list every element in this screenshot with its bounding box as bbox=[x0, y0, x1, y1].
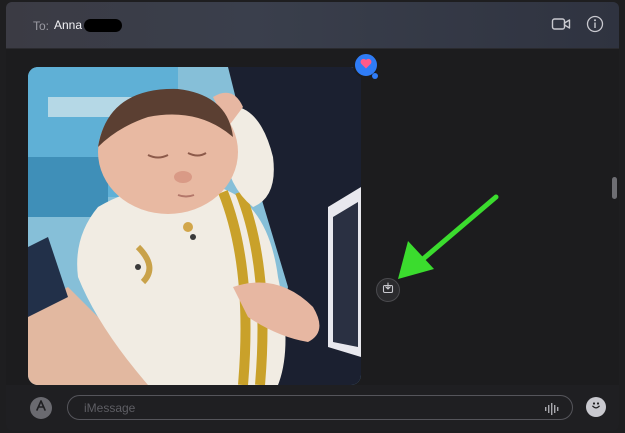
messages-window: To: Anna iMessage bbox=[6, 2, 619, 431]
redaction-bar bbox=[84, 19, 122, 32]
message-composer: iMessage bbox=[6, 385, 619, 431]
save-to-photos-button[interactable] bbox=[376, 278, 400, 302]
input-placeholder: iMessage bbox=[84, 401, 136, 415]
save-to-photos-icon bbox=[382, 281, 394, 299]
audio-waveform-icon[interactable] bbox=[544, 402, 560, 420]
video-call-icon[interactable] bbox=[551, 15, 571, 38]
tapback-tail bbox=[372, 73, 378, 79]
heart-icon bbox=[360, 56, 372, 74]
thread-scrollbar[interactable] bbox=[612, 177, 617, 199]
conversation-header: To: Anna bbox=[6, 2, 619, 49]
info-icon[interactable] bbox=[586, 15, 604, 38]
emoji-icon bbox=[589, 398, 603, 417]
recipient-name[interactable]: Anna bbox=[54, 18, 82, 32]
apps-button[interactable] bbox=[30, 397, 52, 419]
to-label: To: bbox=[33, 19, 50, 33]
baby-photo[interactable] bbox=[28, 67, 361, 385]
message-thread bbox=[6, 49, 619, 385]
imessage-input[interactable]: iMessage bbox=[67, 395, 573, 420]
annotation-arrow bbox=[398, 194, 499, 279]
emoji-button[interactable] bbox=[586, 397, 606, 417]
app-store-icon bbox=[34, 399, 48, 418]
